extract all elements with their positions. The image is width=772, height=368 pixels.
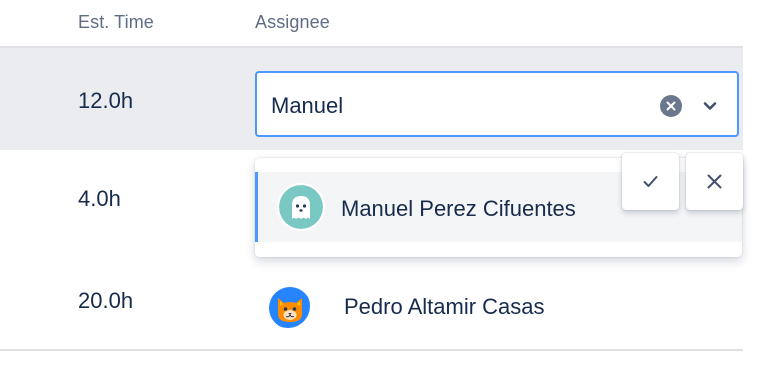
column-header-assignee[interactable]: Assignee [255, 12, 330, 33]
assignee-select-input[interactable]: Manuel [255, 71, 739, 137]
table-bottom-divider [0, 349, 743, 351]
inline-edit-table: Est. Time Assignee 12.0h Manuel Manuel P… [0, 0, 772, 368]
est-time-cell: 20.0h [78, 288, 134, 313]
est-time-cell: 4.0h [78, 186, 121, 211]
assignee-search-value[interactable]: Manuel [271, 93, 343, 119]
assignee-name: Pedro Altamir Casas [344, 294, 545, 319]
confirm-button[interactable] [622, 153, 679, 210]
est-time-cell: 12.0h [78, 88, 134, 113]
cancel-button[interactable] [686, 153, 743, 210]
clear-icon[interactable] [660, 95, 682, 117]
chevron-down-icon[interactable] [701, 97, 719, 115]
option-label: Manuel Perez Cifuentes [341, 196, 576, 221]
option-highlight-bar [255, 172, 258, 242]
cat-avatar-icon [266, 284, 310, 328]
ghost-avatar-icon [279, 185, 323, 229]
check-icon [643, 176, 658, 187]
close-icon [707, 174, 722, 189]
column-header-est-time[interactable]: Est. Time [78, 12, 154, 33]
